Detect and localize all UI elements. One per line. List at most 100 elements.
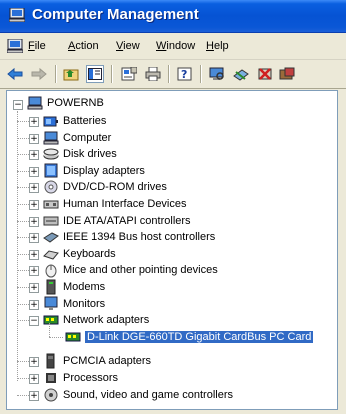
expand-toggle[interactable]: + (29, 233, 39, 244)
expand-toggle[interactable]: + (29, 200, 39, 210)
tree-line (17, 320, 29, 322)
device-category[interactable]: IDE ATA/ATAPI controllers (43, 213, 191, 229)
tree-line (17, 121, 29, 122)
toolbar: ? (0, 60, 346, 89)
tree-line (17, 154, 29, 156)
device-category[interactable]: Display adapters (43, 163, 145, 179)
processor-icon (46, 373, 56, 383)
disable-icon[interactable] (278, 65, 296, 83)
tree-line (17, 287, 29, 288)
tree-item-label: Computer (63, 131, 112, 144)
tree-item-label: PCMCIA adapters (63, 355, 152, 368)
help-icon[interactable]: ? (176, 65, 194, 83)
properties-icon[interactable] (120, 65, 138, 83)
expand-toggle[interactable]: + (29, 133, 39, 144)
computer-management-icon (9, 8, 25, 22)
expand-toggle[interactable]: + (29, 117, 39, 127)
expand-toggle[interactable]: + (29, 390, 39, 401)
modem-icon (46, 279, 56, 295)
expand-toggle[interactable]: + (29, 216, 39, 227)
menu-bar: File Action View Window Help (0, 33, 346, 60)
uninstall-icon[interactable] (256, 65, 274, 83)
device-category[interactable]: Processors (43, 370, 118, 386)
ide-controller-icon (43, 216, 59, 226)
tree-line (17, 394, 29, 396)
window-title: Computer Management (32, 6, 199, 23)
pcmcia-icon (46, 353, 55, 369)
tree-item-label: Mice and other pointing devices (63, 264, 218, 277)
network-adapter-icon (43, 315, 59, 325)
tree-item-label: Network adapters (63, 314, 150, 327)
expand-toggle[interactable]: + (29, 357, 39, 368)
toolbar-separator (200, 65, 202, 83)
tree-root-powernb[interactable]: POWERNB (27, 95, 104, 111)
device-category[interactable]: Disk drives (43, 146, 117, 162)
forward-arrow-icon[interactable] (30, 65, 48, 83)
device-category[interactable]: DVD/CD-ROM drives (43, 179, 167, 195)
device-category[interactable]: Mice and other pointing devices (43, 262, 218, 278)
expand-toggle[interactable]: + (29, 283, 39, 293)
tree-item-label: IEEE 1394 Bus host controllers (63, 231, 216, 244)
tree-item-label: Modems (63, 281, 106, 293)
device-category[interactable]: Human Interface Devices (43, 196, 187, 212)
menu-window[interactable]: Window (156, 40, 195, 52)
tree-line (17, 204, 29, 205)
expand-toggle[interactable]: − (29, 316, 39, 327)
expand-toggle[interactable]: + (29, 374, 39, 384)
computer-icon (27, 96, 43, 110)
update-driver-icon[interactable] (232, 65, 250, 83)
title-bar[interactable]: Computer Management (0, 0, 346, 33)
device-item[interactable]: D-Link DGE-660TD Gigabit CardBus PC Card (65, 329, 315, 345)
tree-line (17, 187, 29, 189)
expand-toggle[interactable]: + (29, 249, 39, 260)
print-icon[interactable] (144, 65, 162, 83)
device-category[interactable]: Monitors (43, 296, 105, 312)
menu-file[interactable]: File (28, 40, 46, 52)
device-category[interactable]: IEEE 1394 Bus host controllers (43, 229, 215, 245)
toolbar-separator (55, 65, 57, 83)
ieee1394-icon (43, 232, 59, 243)
expand-toggle[interactable]: + (29, 150, 39, 161)
expand-toggle[interactable]: + (29, 266, 39, 277)
svg-text:?: ? (181, 68, 187, 81)
tree-item-label: IDE ATA/ATAPI controllers (63, 214, 191, 227)
tree-item-label: Monitors (63, 297, 106, 310)
device-category[interactable]: Batteries (43, 113, 106, 129)
tree-item-label: Disk drives (63, 148, 117, 161)
tree-line (17, 220, 29, 222)
tree-line (17, 303, 29, 305)
expand-toggle[interactable]: + (29, 299, 39, 310)
device-tree-pane[interactable]: − POWERNB + Batteries + Computer + Disk drive… (6, 90, 338, 410)
tree-item-label: Batteries (63, 115, 107, 127)
tree-item-label: Processors (63, 372, 119, 384)
expand-toggle[interactable]: + (29, 166, 39, 177)
sound-icon (44, 388, 58, 402)
back-arrow-icon[interactable] (6, 65, 24, 83)
disk-drive-icon (43, 148, 59, 160)
menu-view[interactable]: View (116, 40, 140, 52)
toolbar-separator (111, 65, 113, 83)
toolbar-separator (168, 65, 170, 83)
device-category[interactable]: Network adapters (43, 312, 149, 328)
device-category[interactable]: PCMCIA adapters (43, 353, 151, 369)
device-category[interactable]: Modems (43, 279, 105, 295)
menu-help[interactable]: Help (206, 40, 229, 52)
tree-item-label: DVD/CD-ROM drives (63, 181, 167, 194)
tree-item-label: Human Interface Devices (63, 198, 187, 210)
mmc-menu-icon[interactable] (7, 39, 23, 53)
up-folder-icon[interactable] (62, 65, 80, 83)
dvd-drive-icon (44, 180, 58, 194)
collapse-root-toggle[interactable]: − (13, 100, 23, 110)
device-category[interactable]: Keyboards (43, 246, 116, 262)
menu-action[interactable]: Action (68, 40, 99, 52)
tree-line (49, 322, 50, 337)
tree-item-label: Display adapters (63, 164, 145, 177)
show-hide-tree-icon[interactable] (86, 65, 104, 83)
tree-item-label: D-Link DGE-660TD Gigabit CardBus PC Card (83, 329, 315, 344)
device-category[interactable]: Sound, video and game controllers (43, 387, 233, 403)
battery-icon (43, 116, 58, 127)
device-category[interactable]: Computer (43, 130, 111, 146)
display-adapter-icon (44, 163, 58, 178)
expand-toggle[interactable]: + (29, 183, 39, 194)
scan-hardware-icon[interactable] (208, 65, 226, 83)
